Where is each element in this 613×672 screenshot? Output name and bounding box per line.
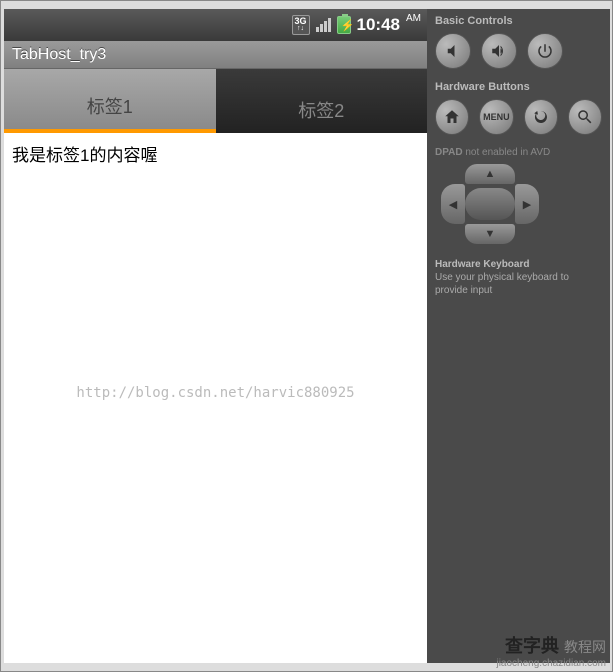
menu-label: MENU xyxy=(483,112,510,122)
tab-bar: 标签1 标签2 xyxy=(4,69,427,133)
emulator-side-panel: Basic Controls Hardware Buttons MENU xyxy=(427,9,610,663)
keyboard-section: Hardware Keyboard Use your physical keyb… xyxy=(435,258,602,297)
keyboard-title: Hardware Keyboard xyxy=(435,258,602,271)
tab-content: 我是标签1的内容喔 http://blog.csdn.net/harvic880… xyxy=(4,133,427,663)
hardware-buttons-title: Hardware Buttons xyxy=(435,81,602,93)
footer-brand: 查字典 教程网 jiaocheng.chazidian.com xyxy=(496,632,606,669)
volume-up-icon xyxy=(490,42,508,60)
content-text: 我是标签1的内容喔 xyxy=(12,141,419,166)
network-3g-icon: 3G ↑↓ xyxy=(292,15,310,35)
dpad-note: not enabled in AVD xyxy=(465,147,550,158)
dpad-down-button[interactable]: ▼ xyxy=(465,224,515,244)
app-title-bar: TabHost_try3 xyxy=(4,41,427,69)
search-button[interactable] xyxy=(568,99,602,135)
power-button[interactable] xyxy=(527,33,563,69)
back-icon xyxy=(532,108,550,126)
watermark-text: http://blog.csdn.net/harvic880925 xyxy=(76,385,354,401)
phone-screen: 3G ↑↓ ⚡ 10:48 AM TabHost_try3 标签1 标签2 xyxy=(4,9,427,663)
dpad-section: DPAD not enabled in AVD xyxy=(435,147,602,158)
search-icon xyxy=(576,108,594,126)
volume-down-button[interactable] xyxy=(435,33,471,69)
tab-2[interactable]: 标签2 xyxy=(216,69,428,133)
tab-label: 标签2 xyxy=(298,97,344,123)
battery-icon: ⚡ xyxy=(337,16,351,34)
brand-suffix: 教程网 xyxy=(564,639,606,655)
home-icon xyxy=(443,108,461,126)
brand-name: 查字典 xyxy=(505,636,559,656)
keyboard-note: Use your physical keyboard to provide in… xyxy=(435,271,602,297)
app-title: TabHost_try3 xyxy=(12,46,106,64)
status-time: 10:48 xyxy=(357,15,400,35)
back-button[interactable] xyxy=(524,99,558,135)
volume-down-icon xyxy=(444,42,462,60)
volume-up-button[interactable] xyxy=(481,33,517,69)
brand-url: jiaocheng.chazidian.com xyxy=(496,658,606,669)
dpad-left-button[interactable]: ◀ xyxy=(441,184,465,224)
home-button[interactable] xyxy=(435,99,469,135)
signal-icon xyxy=(316,18,331,32)
dpad-right-button[interactable]: ▶ xyxy=(515,184,539,224)
status-ampm: AM xyxy=(406,13,421,24)
dpad-up-button[interactable]: ▲ xyxy=(465,164,515,184)
power-icon xyxy=(536,42,554,60)
dpad-title: DPAD xyxy=(435,147,463,158)
menu-button[interactable]: MENU xyxy=(479,99,513,135)
basic-controls-title: Basic Controls xyxy=(435,15,602,27)
dpad: ▲ ◀ ▶ ▼ xyxy=(435,164,545,244)
tab-1[interactable]: 标签1 xyxy=(4,69,216,133)
emulator-frame: 3G ↑↓ ⚡ 10:48 AM TabHost_try3 标签1 标签2 xyxy=(4,9,610,663)
tab-label: 标签1 xyxy=(87,93,133,119)
dpad-center-button[interactable] xyxy=(465,188,515,220)
status-bar: 3G ↑↓ ⚡ 10:48 AM xyxy=(4,9,427,41)
